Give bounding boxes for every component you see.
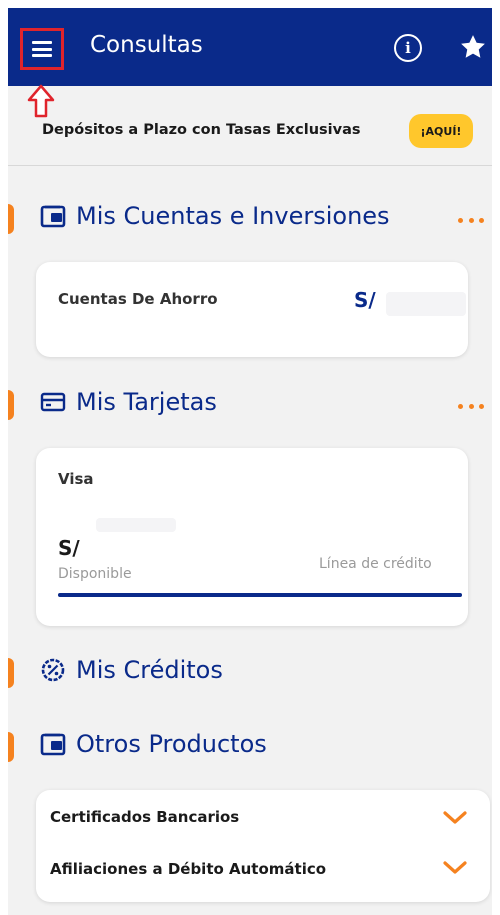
available-balance-currency: S/ (58, 536, 80, 560)
other-section-title: Otros Productos (76, 730, 267, 758)
available-label: Disponible (58, 566, 132, 582)
hidden-card-number (96, 518, 176, 532)
other-products-card: Certificados Bancarios Afiliaciones a Dé… (36, 790, 490, 902)
chevron-down-icon[interactable] (442, 810, 468, 826)
section-marker (8, 204, 14, 234)
top-app-bar: Consultas i (8, 8, 492, 86)
chevron-down-icon[interactable] (442, 860, 468, 876)
cards-section-header[interactable]: Mis Tarjetas (40, 388, 217, 416)
credit-card-icon (40, 392, 66, 412)
arrow-up-icon (27, 84, 55, 118)
credit-usage-fill (58, 593, 462, 597)
cards-section-title: Mis Tarjetas (76, 388, 217, 416)
more-options-icon[interactable] (458, 218, 484, 224)
section-marker (8, 658, 14, 688)
discount-badge-icon (41, 658, 65, 682)
menu-button[interactable] (20, 28, 64, 70)
credit-line-label: Línea de crédito (319, 556, 432, 572)
hidden-balance (386, 292, 466, 316)
card-name: Visa (58, 470, 94, 488)
credits-section-title: Mis Créditos (76, 656, 223, 684)
promo-banner: Depósitos a Plazo con Tasas Exclusivas ¡… (8, 86, 492, 166)
promo-button[interactable]: ¡AQUÍ! (409, 114, 473, 148)
section-marker (8, 732, 14, 762)
other-section-header[interactable]: Otros Productos (40, 730, 267, 758)
credit-usage-bar (58, 593, 462, 597)
accordion-item-afiliaciones[interactable]: Afiliaciones a Débito Automático (50, 860, 326, 878)
visa-card[interactable]: Visa S/ Disponible Línea de crédito (36, 448, 468, 626)
credits-section-header[interactable]: Mis Créditos (40, 656, 223, 684)
accordion-item-certificados[interactable]: Certificados Bancarios (50, 808, 239, 826)
accounts-section-header[interactable]: Mis Cuentas e Inversiones (40, 202, 390, 230)
promo-text: Depósitos a Plazo con Tasas Exclusivas (42, 122, 361, 138)
app-screen: Consultas i Depósitos a Plazo con Tasas … (8, 8, 492, 915)
hamburger-icon (32, 41, 52, 57)
star-icon[interactable] (458, 32, 488, 62)
info-icon[interactable]: i (394, 34, 422, 62)
savings-account-card[interactable]: Cuentas De Ahorro S/ (36, 262, 468, 357)
more-options-icon[interactable] (458, 404, 484, 410)
accounts-section-title: Mis Cuentas e Inversiones (76, 202, 390, 230)
wallet-icon (40, 205, 66, 228)
section-marker (8, 390, 14, 420)
wallet-icon (40, 733, 66, 756)
account-balance-currency: S/ (354, 288, 376, 312)
page-title: Consultas (90, 32, 203, 58)
account-type-label: Cuentas De Ahorro (58, 290, 218, 308)
